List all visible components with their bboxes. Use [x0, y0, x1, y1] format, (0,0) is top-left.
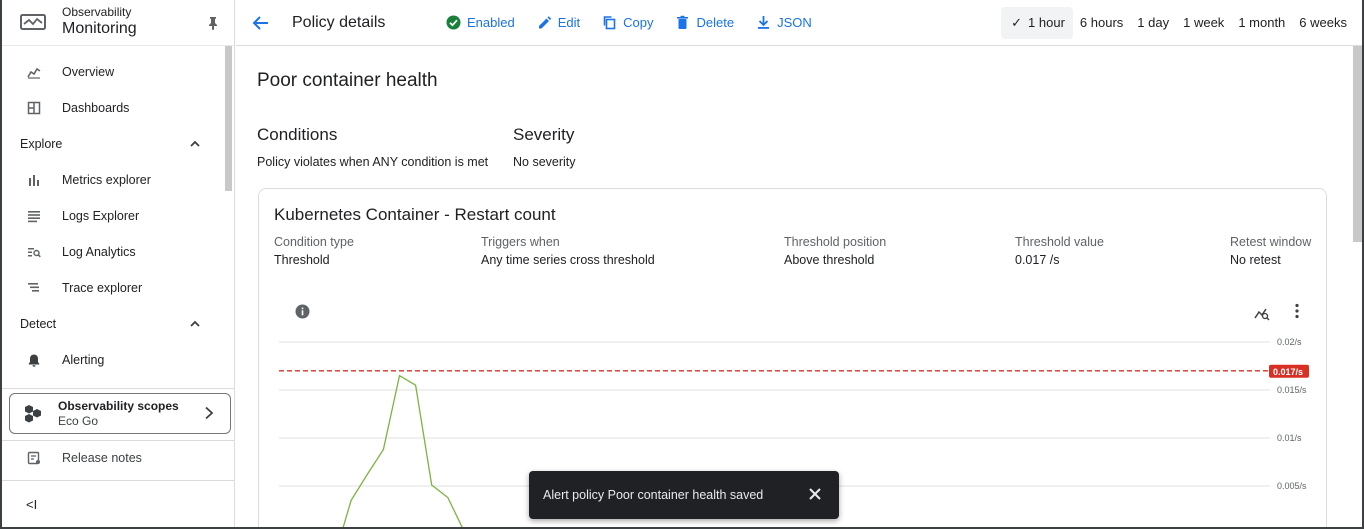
- time-range-1-day[interactable]: 1 day: [1130, 7, 1176, 39]
- chevron-up-icon: [190, 140, 200, 147]
- sidebar-scrollbar[interactable]: [225, 46, 232, 191]
- hexagons-icon: [25, 404, 41, 422]
- severity-text: No severity: [513, 155, 576, 169]
- sidebar-item-label: Alerting: [62, 353, 105, 367]
- release-notes-label: Release notes: [62, 451, 142, 465]
- sidebar-divider: [2, 440, 234, 441]
- snackbar-text: Alert policy Poor container health saved: [543, 488, 764, 502]
- overview-icon: [27, 67, 41, 79]
- sidebar-item-label: Log Analytics: [62, 245, 136, 259]
- severity-heading: Severity: [513, 125, 575, 144]
- sidebar-divider: [2, 388, 234, 389]
- product-title: Monitoring: [62, 20, 137, 38]
- time-range-1-hour[interactable]: ✓ 1 hour: [1001, 7, 1073, 39]
- pin-icon[interactable]: [206, 16, 220, 30]
- sidebar: Observability Monitoring Overview Dashbo…: [2, 0, 235, 527]
- sidebar-item-log-analytics[interactable]: Log Analytics: [2, 234, 234, 270]
- sidebar-item-label: Dashboards: [62, 101, 130, 115]
- sidebar-item-label: Trace explorer: [62, 281, 143, 295]
- list-icon: [28, 211, 40, 223]
- edit-button[interactable]: Edit: [537, 15, 580, 30]
- bar-chart-icon: [29, 175, 39, 186]
- main-content: Poor container health Conditions Policy …: [236, 46, 1352, 527]
- time-range-6-weeks[interactable]: 6 weeks: [1292, 7, 1354, 39]
- release-notes-link[interactable]: Release notes: [27, 451, 142, 465]
- snackbar: Alert policy Poor container health saved: [529, 471, 839, 519]
- enabled-toggle[interactable]: Enabled: [446, 15, 515, 30]
- scope-subtitle: Eco Go: [58, 413, 99, 428]
- sidebar-item-dashboards[interactable]: Dashboards: [2, 90, 234, 126]
- scope-title: Observability scopes: [58, 399, 179, 414]
- main-scrollbar[interactable]: [1353, 46, 1362, 242]
- download-icon: [758, 16, 770, 29]
- page-title: Policy details: [292, 13, 386, 31]
- time-range-1-week[interactable]: 1 week: [1176, 7, 1231, 39]
- y-tick-label: 0.01/s: [1277, 433, 1302, 443]
- dashboards-icon: [27, 101, 41, 115]
- time-range-6-hours[interactable]: 6 hours: [1073, 7, 1130, 39]
- time-range-selector: ✓ 1 hour 6 hours 1 day 1 week 1 month 6 w…: [1001, 7, 1354, 39]
- release-notes-icon: [27, 451, 40, 465]
- top-bar: Policy details Enabled Edit Copy Delete …: [236, 0, 1362, 46]
- copy-icon: [603, 16, 616, 30]
- section-explore[interactable]: Explore: [2, 126, 234, 162]
- time-range-1-month[interactable]: 1 month: [1231, 7, 1292, 39]
- policy-name: Poor container health: [257, 70, 438, 91]
- conditions-text: Policy violates when ANY condition is me…: [257, 155, 489, 169]
- app-window: Observability Monitoring Overview Dashbo…: [0, 0, 1364, 529]
- time-range-label: 1 hour: [1028, 15, 1065, 30]
- bell-icon: [28, 354, 40, 367]
- chevron-up-icon: [190, 320, 200, 327]
- edit-label: Edit: [557, 15, 581, 30]
- observability-scopes-button[interactable]: Observability scopes Eco Go: [9, 393, 231, 434]
- enabled-label: Enabled: [467, 15, 515, 30]
- delete-button[interactable]: Delete: [675, 15, 734, 30]
- sidebar-item-overview[interactable]: Overview: [2, 54, 234, 90]
- collapse-label: <I: [26, 497, 38, 512]
- copy-button[interactable]: Copy: [602, 15, 653, 30]
- product-subtitle: Observability: [62, 5, 132, 20]
- copy-label: Copy: [623, 15, 654, 30]
- trace-icon: [28, 283, 39, 292]
- sidebar-item-label: Metrics explorer: [62, 173, 151, 187]
- delete-label: Delete: [696, 15, 735, 30]
- sidebar-item-label: Overview: [62, 65, 115, 79]
- json-label: JSON: [777, 15, 812, 30]
- section-label: Explore: [20, 137, 63, 151]
- sidebar-divider: [2, 480, 234, 481]
- trash-icon: [677, 15, 689, 29]
- y-tick-label: 0.015/s: [1277, 385, 1307, 395]
- pencil-icon: [538, 16, 551, 29]
- log-search-icon: [28, 248, 41, 258]
- product-header: Observability Monitoring: [2, 0, 234, 46]
- y-tick-label: 0.02/s: [1277, 337, 1302, 347]
- y-tick-label: 0.005/s: [1277, 481, 1307, 491]
- section-detect[interactable]: Detect: [2, 306, 234, 342]
- sidebar-item-logs-explorer[interactable]: Logs Explorer: [2, 198, 234, 234]
- conditions-heading: Conditions: [257, 125, 338, 144]
- back-arrow-icon[interactable]: [252, 14, 270, 32]
- collapse-sidebar-button[interactable]: <I: [26, 497, 37, 512]
- section-label: Detect: [20, 317, 57, 331]
- sidebar-item-trace-explorer[interactable]: Trace explorer: [2, 270, 234, 306]
- json-download-button[interactable]: JSON: [756, 15, 812, 30]
- check-circle-icon: [446, 15, 461, 30]
- chevron-right-icon: [205, 406, 214, 420]
- close-icon[interactable]: [808, 487, 822, 501]
- threshold-label: 0.017/s: [1273, 367, 1303, 377]
- sidebar-item-label: Logs Explorer: [62, 209, 140, 223]
- check-icon: ✓: [1011, 15, 1023, 30]
- sidebar-item-metrics-explorer[interactable]: Metrics explorer: [2, 162, 234, 198]
- sidebar-item-alerting[interactable]: Alerting: [2, 342, 234, 378]
- monitoring-logo-icon: [20, 13, 46, 30]
